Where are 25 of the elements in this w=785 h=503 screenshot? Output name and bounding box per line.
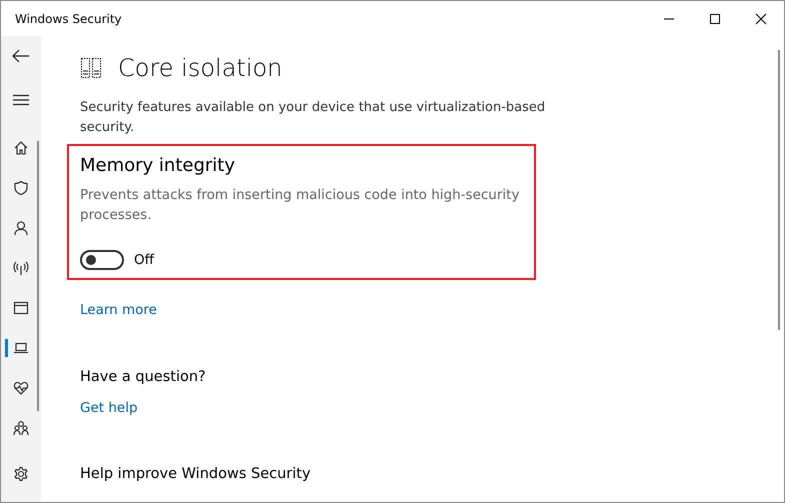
- heart-pulse-icon: [13, 380, 29, 396]
- setting-description: Prevents attacks from inserting malicious code into high-security processes.: [80, 186, 520, 225]
- wireless-icon: [13, 260, 29, 276]
- page-description: Security features available on your device that use virtualization-based security.: [80, 99, 546, 137]
- chip-icon: [80, 57, 102, 79]
- person-icon: [13, 220, 29, 236]
- section-heading: Have a question?: [80, 368, 207, 388]
- toggle-status: Off: [134, 251, 154, 270]
- learn-more-link[interactable]: Learn more: [80, 302, 157, 318]
- family-icon: [13, 420, 29, 436]
- section-heading: Help improve Windows Security: [80, 465, 312, 484]
- close-icon: [755, 12, 767, 24]
- toggle-switch[interactable]: [80, 250, 124, 270]
- browser-window-icon: [13, 300, 29, 316]
- menu-icon: [12, 94, 30, 106]
- window-title: Windows Security: [14, 10, 122, 28]
- laptop-icon: [13, 340, 29, 356]
- shield-icon: [13, 180, 29, 196]
- maximize-icon: [709, 12, 721, 24]
- setting-title: Memory integrity: [80, 154, 236, 178]
- settings-icon: [13, 466, 29, 482]
- page-title: Core isolation: [118, 56, 282, 80]
- get-help-link[interactable]: Get help: [80, 400, 138, 416]
- back-arrow-icon: [12, 49, 30, 63]
- home-icon: [13, 140, 29, 156]
